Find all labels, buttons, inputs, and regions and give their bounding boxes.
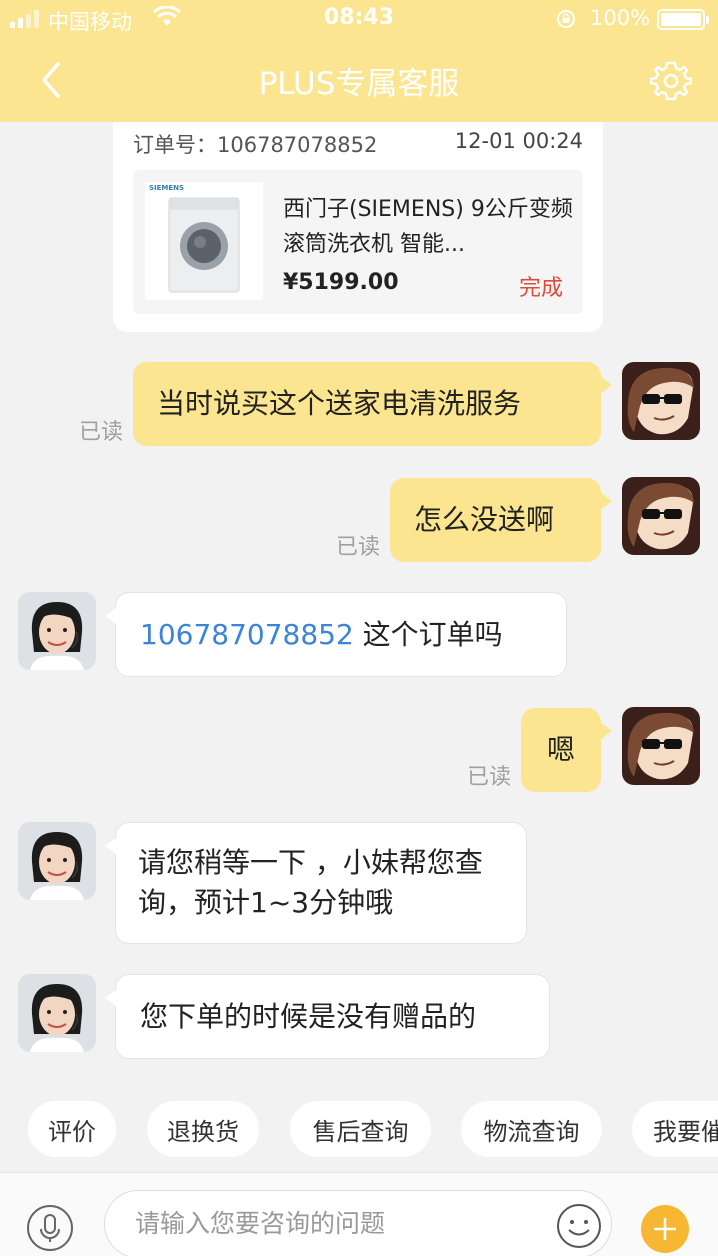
- nav-bar: PLUS专属客服: [0, 38, 718, 122]
- quick-reply-after-sales[interactable]: 售后查询: [290, 1101, 431, 1157]
- agent-avatar[interactable]: [18, 822, 96, 900]
- quick-reply-return-exchange[interactable]: 退换货: [147, 1101, 259, 1157]
- page-title: PLUS专属客服: [258, 66, 460, 102]
- microphone-icon: [40, 1214, 60, 1242]
- user-message-bubble: 当时说买这个送家电清洗服务: [133, 362, 612, 446]
- rotation-lock-icon: [557, 10, 575, 28]
- battery-icon: [657, 9, 709, 30]
- order-time: 12-01 00:24: [454, 129, 583, 153]
- product-image: SIEMENS: [145, 182, 263, 300]
- user-avatar[interactable]: [622, 477, 700, 555]
- read-receipt: 已读: [467, 765, 512, 790]
- message-text: 106787078852 这个订单吗: [140, 617, 503, 651]
- order-number: 订单号：106787078852: [133, 133, 378, 157]
- message-input[interactable]: [135, 1209, 535, 1238]
- plus-icon: [654, 1218, 676, 1240]
- product-item[interactable]: SIEMENS 西门子(SIEMENS) 9公斤变频滚筒洗衣机 智能... ¥5…: [133, 170, 583, 314]
- order-number-link[interactable]: 106787078852: [140, 618, 354, 651]
- agent-message-bubble: 106787078852 这个订单吗: [105, 592, 567, 677]
- user-avatar[interactable]: [622, 362, 700, 440]
- product-name: 西门子(SIEMENS) 9公斤变频滚筒洗衣机 智能...: [283, 197, 573, 257]
- agent-message-bubble: 请您稍等一下 ，小妹帮您查询，预计1~3分钟哦: [105, 822, 527, 944]
- message-text: 您下单的时候是没有赠品的: [140, 999, 477, 1033]
- order-status: 完成: [518, 276, 563, 301]
- read-receipt: 已读: [336, 535, 381, 560]
- washing-machine-icon: [168, 197, 240, 293]
- agent-avatar[interactable]: [18, 592, 96, 670]
- plus-button[interactable]: [641, 1205, 689, 1253]
- battery-percent: 100%: [590, 6, 651, 30]
- user-message-bubble: 怎么没送啊: [390, 478, 612, 562]
- gear-icon[interactable]: [650, 60, 692, 102]
- message-text: 当时说买这个送家电清洗服务: [157, 387, 522, 420]
- agent-avatar[interactable]: [18, 974, 96, 1052]
- input-bar: [0, 1172, 718, 1256]
- agent-message-bubble: 您下单的时候是没有赠品的: [105, 974, 550, 1059]
- message-input-field[interactable]: [104, 1190, 612, 1256]
- message-text: 嗯: [546, 733, 575, 766]
- quick-reply-review[interactable]: 评价: [28, 1101, 116, 1157]
- product-price: ¥5199.00: [283, 270, 399, 295]
- quick-reply-logistics[interactable]: 物流查询: [461, 1101, 602, 1157]
- read-receipt: 已读: [79, 420, 124, 445]
- microphone-button[interactable]: [27, 1205, 73, 1251]
- user-message-bubble: 嗯: [521, 708, 612, 792]
- quick-reply-urge[interactable]: 我要催: [632, 1101, 718, 1157]
- user-avatar[interactable]: [622, 707, 700, 785]
- message-text: 怎么没送啊: [414, 503, 555, 536]
- status-bar: 中国移动 08:43 100%: [0, 0, 718, 38]
- product-brand: SIEMENS: [149, 184, 185, 192]
- message-text: 请您稍等一下 ，小妹帮您查询，预计1~3分钟哦: [138, 846, 483, 919]
- emoji-icon[interactable]: [556, 1203, 602, 1249]
- order-card[interactable]: 订单号：106787078852 12-01 00:24 SIEMENS 西门子…: [113, 122, 603, 332]
